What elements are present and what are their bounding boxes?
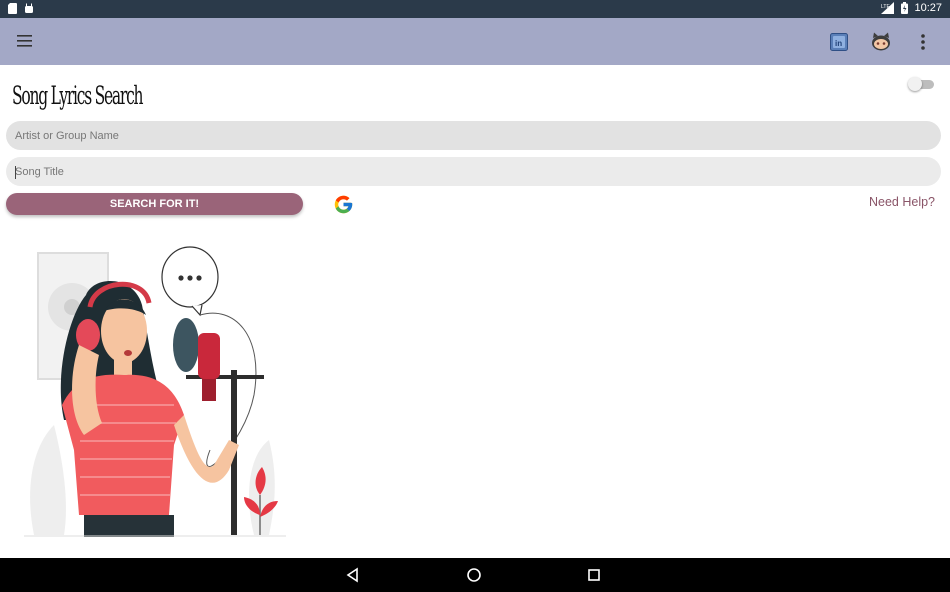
linkedin-icon: in xyxy=(830,33,848,51)
more-vert-icon xyxy=(921,34,925,50)
signal-icon: LTE xyxy=(881,2,895,14)
app-bar: in xyxy=(0,18,950,65)
artist-input[interactable] xyxy=(6,121,941,150)
svg-text:in: in xyxy=(835,39,842,48)
battery-icon xyxy=(901,2,909,14)
need-help-link[interactable]: Need Help? xyxy=(869,195,935,209)
status-bar: LTE 10:27 xyxy=(0,0,950,18)
back-icon[interactable] xyxy=(344,567,362,583)
theme-toggle[interactable] xyxy=(908,77,934,91)
more-options-button[interactable] xyxy=(910,29,936,55)
song-title-input[interactable] xyxy=(6,157,941,186)
github-icon xyxy=(872,32,890,51)
home-icon[interactable] xyxy=(465,567,483,583)
menu-button[interactable] xyxy=(14,31,38,51)
text-cursor xyxy=(15,166,16,179)
google-search-icon[interactable] xyxy=(333,194,354,215)
android-icon xyxy=(25,3,33,13)
singer-illustration xyxy=(24,246,286,537)
svg-text:LTE: LTE xyxy=(881,4,890,10)
page-title: Song Lyrics Search xyxy=(12,81,144,110)
search-button[interactable]: SEARCH FOR IT! xyxy=(6,193,303,215)
system-nav-bar xyxy=(0,558,950,592)
main-content: Song Lyrics Search SEARCH FOR IT! Need H… xyxy=(0,65,950,558)
github-button[interactable] xyxy=(868,29,894,55)
clock: 10:27 xyxy=(914,2,942,14)
toggle-thumb xyxy=(908,77,922,91)
hamburger-menu-icon xyxy=(17,35,32,47)
sd-card-icon xyxy=(8,3,17,14)
linkedin-button[interactable]: in xyxy=(826,29,852,55)
recents-icon[interactable] xyxy=(585,567,603,583)
